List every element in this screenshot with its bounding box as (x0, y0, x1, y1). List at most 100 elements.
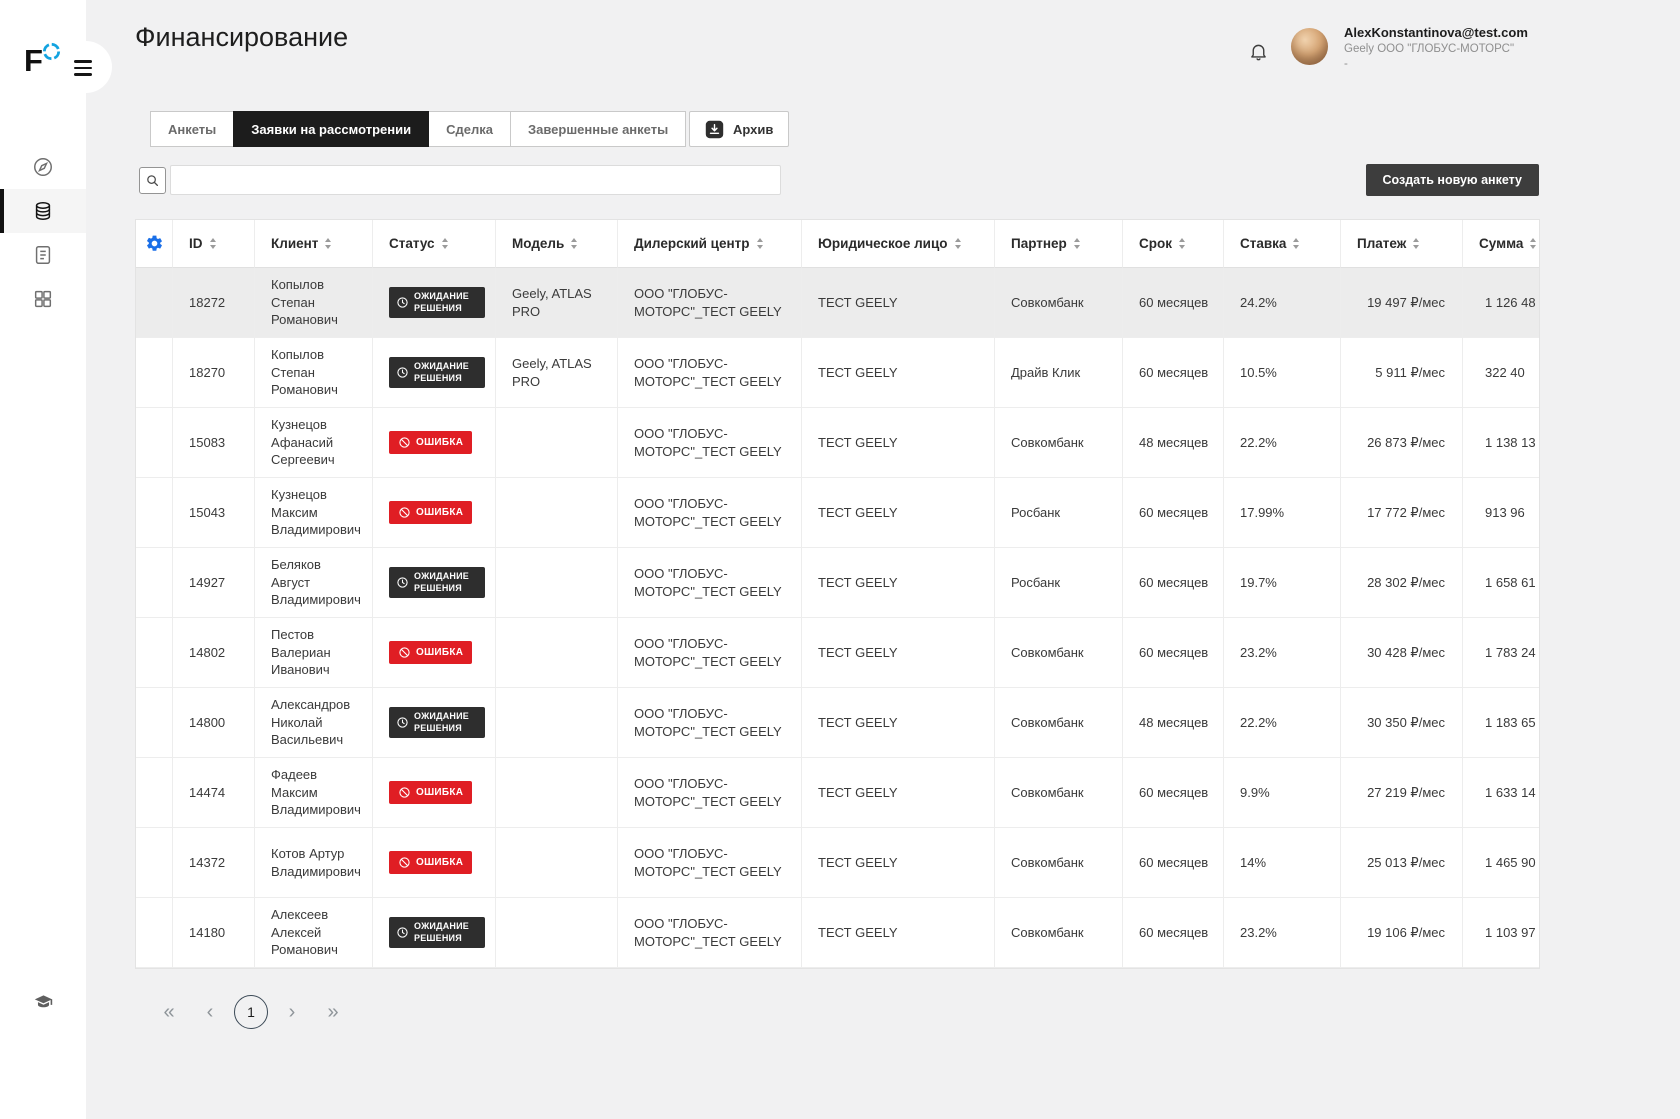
row-client: Котов Артур Владимирович (255, 828, 373, 898)
avatar[interactable] (1291, 28, 1328, 65)
row-partner: Совкомбанк (995, 618, 1123, 688)
table-row[interactable]: 14927 Беляков Август Владимирович ОЖИДАНИЕ… (136, 548, 1539, 618)
sort-icon[interactable] (1413, 238, 1420, 249)
row-status: ОШИБКА (373, 408, 496, 478)
row-term: 60 месяцев (1123, 618, 1224, 688)
pagination-first-button[interactable]: « (152, 995, 186, 1029)
row-term: 60 месяцев (1123, 828, 1224, 898)
status-label: ОЖИДАНИЕ РЕШЕНИЯ (414, 710, 469, 733)
sort-icon[interactable] (571, 238, 578, 249)
row-payment: 30 350 ₽/мес (1341, 688, 1463, 758)
table-row[interactable]: 14474 Фадеев Максим Владимирович ОШИБКА ООО… (136, 758, 1539, 828)
create-application-button[interactable]: Создать новую анкету (1365, 164, 1539, 196)
row-term: 48 месяцев (1123, 688, 1224, 758)
row-rate: 10.5% (1224, 338, 1341, 408)
search-input[interactable] (170, 165, 781, 195)
row-id: 15043 (173, 478, 255, 548)
column-header-model[interactable]: Модель (496, 220, 618, 268)
tab-3[interactable]: Сделка (428, 111, 511, 147)
table-row[interactable]: 14802 Пестов Валериан Иванович ОШИБКА ООО "… (136, 618, 1539, 688)
status-label: ОШИБКА (416, 646, 464, 658)
row-settings-cell (136, 758, 173, 828)
tab-2[interactable]: Заявки на рассмотрении (233, 111, 430, 147)
tab-1[interactable]: Анкеты (150, 111, 235, 147)
tab-bar: Анкеты Заявки на рассмотрении Сделка Заверш… (150, 111, 687, 147)
row-client: Беляков Август Владимирович (255, 548, 373, 618)
sort-icon[interactable] (954, 238, 961, 249)
row-model (496, 828, 618, 898)
sidebar-item-education[interactable] (34, 993, 53, 1017)
column-header-rate[interactable]: Ставка (1224, 220, 1341, 268)
pagination-last-button[interactable]: » (316, 995, 350, 1029)
sidebar-item-documents[interactable] (0, 233, 86, 277)
search-button[interactable] (139, 167, 166, 194)
sort-icon[interactable] (1179, 238, 1185, 249)
row-status: ОШИБКА (373, 618, 496, 688)
table-body: 18272 Копылов Степан Романович ОЖИДАНИЕ РЕ… (136, 268, 1539, 968)
column-header-payment[interactable]: Платеж (1341, 220, 1463, 268)
row-partner: Совкомбанк (995, 408, 1123, 478)
column-header-partner[interactable]: Партнер (995, 220, 1123, 268)
archive-button[interactable]: Архив (689, 111, 790, 147)
row-payment: 28 302 ₽/мес (1341, 548, 1463, 618)
column-header-id[interactable]: ID (173, 220, 255, 268)
row-partner: Совкомбанк (995, 758, 1123, 828)
column-header-client[interactable]: Клиент (255, 220, 373, 268)
sort-icon[interactable] (756, 238, 763, 249)
row-payment: 27 219 ₽/мес (1341, 758, 1463, 828)
column-header-legal[interactable]: Юридическое лицо (802, 220, 995, 268)
pagination-next-button[interactable]: › (275, 995, 309, 1029)
table-row[interactable]: 18270 Копылов Степан Романович ОЖИДАНИЕ РЕ… (136, 338, 1539, 408)
row-id: 14802 (173, 618, 255, 688)
row-legal: ТЕСТ GEELY (802, 828, 995, 898)
waiting-icon (397, 367, 408, 378)
row-dealer: ООО "ГЛОБУС-МОТОРС"_ТЕСТ GEELY (618, 758, 802, 828)
row-status: ОШИБКА (373, 478, 496, 548)
row-partner: Совкомбанк (995, 268, 1123, 338)
row-dealer: ООО "ГЛОБУС-МОТОРС"_ТЕСТ GEELY (618, 688, 802, 758)
row-rate: 24.2% (1224, 268, 1341, 338)
error-icon (399, 437, 410, 448)
row-dealer: ООО "ГЛОБУС-МОТОРС"_ТЕСТ GEELY (618, 268, 802, 338)
sidebar-item-financing[interactable] (0, 189, 86, 233)
table-row[interactable]: 15043 Кузнецов Максим Владимирович ОШИБКА О… (136, 478, 1539, 548)
sort-icon[interactable] (1293, 238, 1300, 249)
row-dealer: ООО "ГЛОБУС-МОТОРС"_ТЕСТ GEELY (618, 618, 802, 688)
row-payment: 25 013 ₽/мес (1341, 828, 1463, 898)
row-model: Geely, ATLAS PRO (496, 268, 618, 338)
table-row[interactable]: 15083 Кузнецов Афанасий Сергеевич ОШИБКА ОО… (136, 408, 1539, 478)
pagination-page-button[interactable]: 1 (234, 995, 268, 1029)
row-term: 48 месяцев (1123, 408, 1224, 478)
table-row[interactable]: 18272 Копылов Степан Романович ОЖИДАНИЕ РЕ… (136, 268, 1539, 338)
user-extra: - (1344, 58, 1348, 70)
double-chevron-right-icon: » (327, 1001, 339, 1023)
table-settings-button[interactable] (136, 220, 173, 268)
status-label: ОШИБКА (416, 506, 464, 518)
menu-toggle-button[interactable] (74, 57, 98, 79)
notifications-button[interactable] (1245, 40, 1271, 66)
table-row[interactable]: 14180 Алексеев Алексей Романович ОЖИДАНИЕ … (136, 898, 1539, 968)
column-header-status[interactable]: Статус (373, 220, 496, 268)
archive-icon (705, 120, 724, 138)
row-model (496, 478, 618, 548)
row-settings-cell (136, 688, 173, 758)
sidebar-item-dashboard[interactable] (0, 145, 86, 189)
tab-4[interactable]: Завершенные анкеты (509, 111, 687, 147)
row-legal: ТЕСТ GEELY (802, 268, 995, 338)
sort-icon[interactable] (1530, 238, 1537, 249)
column-header-dealer[interactable]: Дилерский центр (618, 220, 802, 268)
table-row[interactable]: 14372 Котов Артур Владимирович ОШИБКА ООО "… (136, 828, 1539, 898)
double-chevron-left-icon: « (163, 1001, 175, 1023)
column-header-sum[interactable]: Сумма (1463, 220, 1539, 268)
row-term: 60 месяцев (1123, 338, 1224, 408)
column-header-term[interactable]: Срок (1123, 220, 1224, 268)
table-row[interactable]: 14800 Александров Николай Васильевич ОЖИДА… (136, 688, 1539, 758)
sidebar-item-apps[interactable] (0, 277, 86, 321)
sort-icon[interactable] (1073, 238, 1080, 249)
sort-icon[interactable] (325, 238, 332, 249)
row-legal: ТЕСТ GEELY (802, 408, 995, 478)
sort-icon[interactable] (441, 238, 448, 249)
pagination-prev-button[interactable]: ‹ (193, 995, 227, 1029)
column-label: Срок (1139, 236, 1172, 251)
sort-icon[interactable] (209, 238, 216, 249)
